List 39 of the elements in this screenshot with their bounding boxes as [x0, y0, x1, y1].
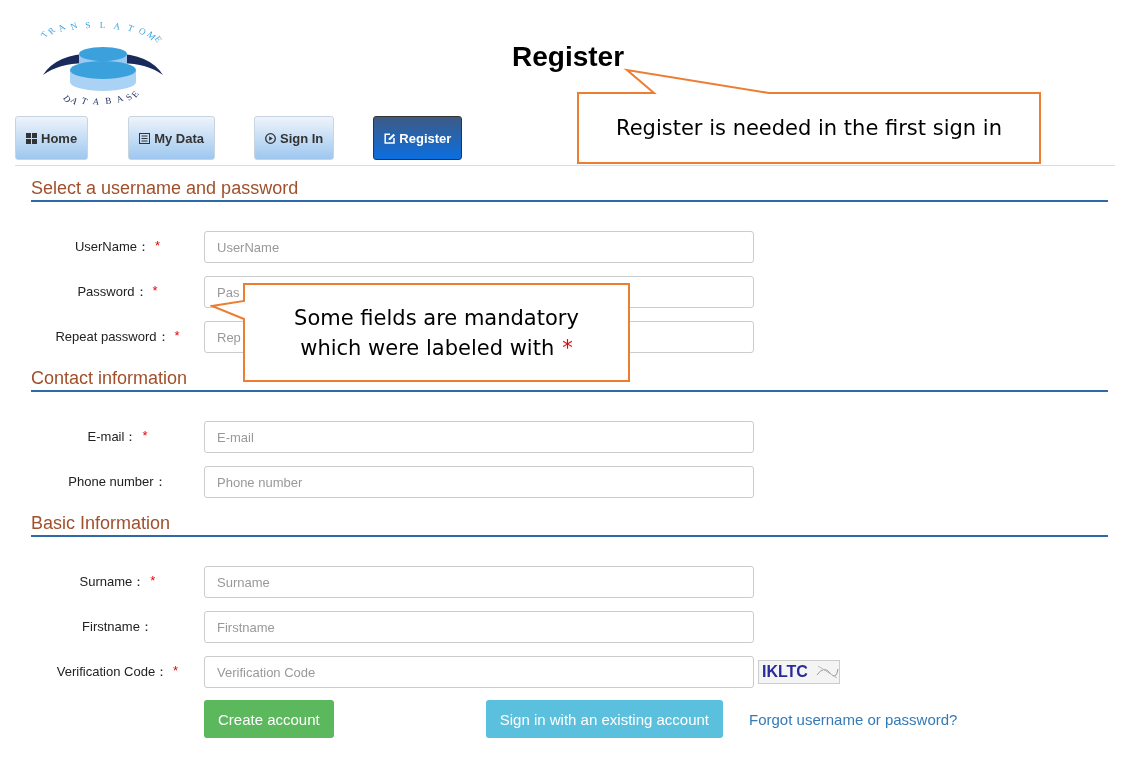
section-heading: Basic Information — [31, 512, 172, 534]
required-mark: * — [562, 335, 573, 360]
required-mark: * — [142, 428, 148, 445]
field-label: E-mail： — [87, 428, 138, 446]
field-label: Verification Code： — [56, 663, 169, 681]
input-field[interactable]: Verification Code — [204, 656, 754, 688]
nav-tab[interactable]: My Data — [128, 116, 215, 160]
section-heading: Contact information — [31, 367, 189, 389]
play-circle-icon — [265, 132, 276, 144]
nav-tab[interactable]: Sign In — [254, 116, 335, 160]
callout-text: Register is needed in the first sign in — [616, 116, 1002, 140]
callout-text: Some fields are mandatory — [294, 305, 579, 330]
required-mark: * — [150, 573, 156, 590]
field-label: Phone number： — [68, 473, 167, 491]
list-icon — [139, 132, 151, 144]
grid-icon — [26, 132, 37, 144]
required-mark: * — [174, 328, 180, 345]
field-label: UserName： — [74, 238, 151, 256]
callout-text: which were labeled with — [300, 335, 555, 360]
field-label: Password： — [77, 283, 148, 301]
input-field[interactable]: Firstname — [204, 611, 754, 643]
required-mark: * — [152, 283, 158, 300]
field-label: Repeat password： — [55, 328, 170, 346]
edit-icon — [384, 132, 396, 144]
input-field[interactable]: E-mail — [204, 421, 754, 453]
input-field[interactable]: Phone number — [204, 466, 754, 498]
field-label: Firstname： — [82, 618, 153, 636]
input-field[interactable]: Surname — [204, 566, 754, 598]
required-mark: * — [173, 663, 179, 680]
input-field[interactable]: UserName — [204, 231, 754, 263]
forgot-link[interactable]: Forgot username or password? — [749, 710, 958, 728]
section-heading: Select a username and password — [31, 177, 300, 199]
captcha-text: IKLTC — [761, 662, 808, 682]
logo-text: DATABASE — [61, 87, 142, 108]
field-label: Surname： — [79, 573, 146, 591]
required-mark: * — [155, 238, 161, 255]
page-title: Register — [512, 41, 625, 73]
nav-tab[interactable]: Register — [373, 116, 463, 160]
nav-tab[interactable]: Home — [15, 116, 89, 160]
